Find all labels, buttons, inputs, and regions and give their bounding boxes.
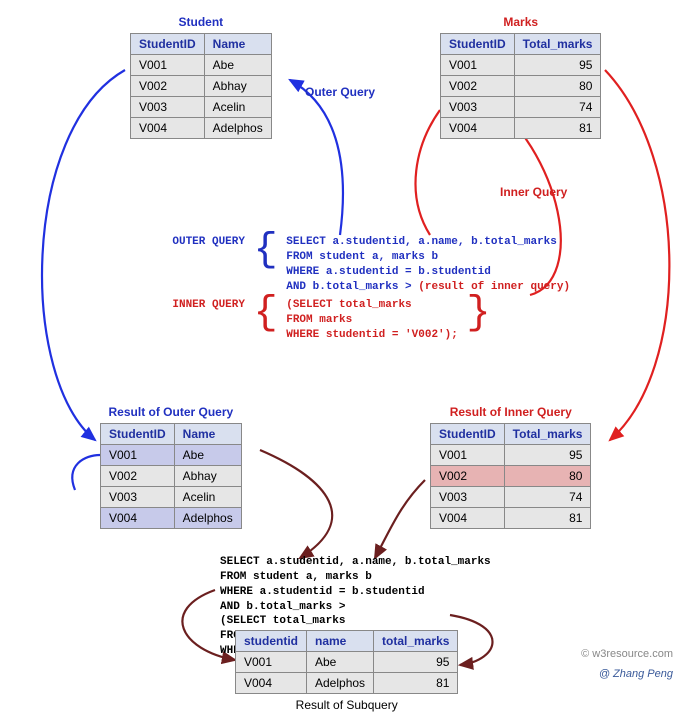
- outer-query-label: OUTER QUERY: [140, 235, 245, 250]
- table-row: V001Abe: [101, 445, 242, 466]
- table-row: V00374: [431, 487, 591, 508]
- brace-icon: {: [254, 298, 278, 330]
- outer-result-block: Result of Outer Query StudentIDName V001…: [100, 405, 242, 529]
- table-row: V00195: [441, 55, 601, 76]
- student-table-block: Student StudentIDName V001Abe V002Abhay …: [130, 15, 272, 139]
- table-row: V004Adelphos: [101, 508, 242, 529]
- final-result-title: Result of Subquery: [235, 698, 458, 712]
- table-row: V00195: [431, 445, 591, 466]
- table-row: V00280: [441, 76, 601, 97]
- inner-query-text: (SELECT total_marks FROM marks WHERE stu…: [286, 298, 458, 343]
- student-table: StudentIDName V001Abe V002Abhay V003Acel…: [130, 33, 272, 139]
- table-row: V002Abhay: [131, 76, 272, 97]
- student-title: Student: [130, 15, 272, 29]
- table-row: V004Adelphos: [131, 118, 272, 139]
- th-studentid: StudentID: [131, 34, 205, 55]
- marks-table-block: Marks StudentIDTotal_marks V00195 V00280…: [440, 15, 601, 139]
- th-name: Name: [204, 34, 271, 55]
- table-row: V001Abe: [131, 55, 272, 76]
- table-row: V00374: [441, 97, 601, 118]
- table-row: V003Acelin: [101, 487, 242, 508]
- table-row: V003Acelin: [131, 97, 272, 118]
- table-row: V001Abe95: [236, 652, 458, 673]
- final-result-block: studentidnametotal_marks V001Abe95 V004A…: [235, 630, 458, 712]
- inner-result-block: Result of Inner Query StudentIDTotal_mar…: [430, 405, 591, 529]
- main-query-block: OUTER QUERY { SELECT a.studentid, a.name…: [140, 235, 580, 343]
- credit-w3resource: © w3resource.com: [581, 648, 673, 660]
- outer-query-text: SELECT a.studentid, a.name, b.total_mark…: [286, 235, 570, 294]
- outer-result-table: StudentIDName V001Abe V002Abhay V003Acel…: [100, 423, 242, 529]
- credit-author: @ Zhang Peng: [599, 668, 673, 680]
- table-row: V00481: [431, 508, 591, 529]
- inner-query-label: INNER QUERY: [140, 298, 245, 313]
- inner-result-table: StudentIDTotal_marks V00195 V00280 V0037…: [430, 423, 591, 529]
- brace-icon: {: [254, 235, 278, 267]
- final-result-table: studentidnametotal_marks V001Abe95 V004A…: [235, 630, 458, 694]
- outer-query-curve-label: Outer Query: [305, 85, 375, 99]
- diagram-root: Student StudentIDName V001Abe V002Abhay …: [10, 10, 683, 700]
- inner-result-title: Result of Inner Query: [430, 405, 591, 419]
- marks-title: Marks: [440, 15, 601, 29]
- outer-result-title: Result of Outer Query: [100, 405, 242, 419]
- brace-icon: }: [466, 298, 490, 330]
- table-row: V00481: [441, 118, 601, 139]
- table-row: V002Abhay: [101, 466, 242, 487]
- marks-table: StudentIDTotal_marks V00195 V00280 V0037…: [440, 33, 601, 139]
- table-row: V00280: [431, 466, 591, 487]
- table-row: V004Adelphos81: [236, 673, 458, 694]
- inner-query-curve-label: Inner Query: [500, 185, 567, 199]
